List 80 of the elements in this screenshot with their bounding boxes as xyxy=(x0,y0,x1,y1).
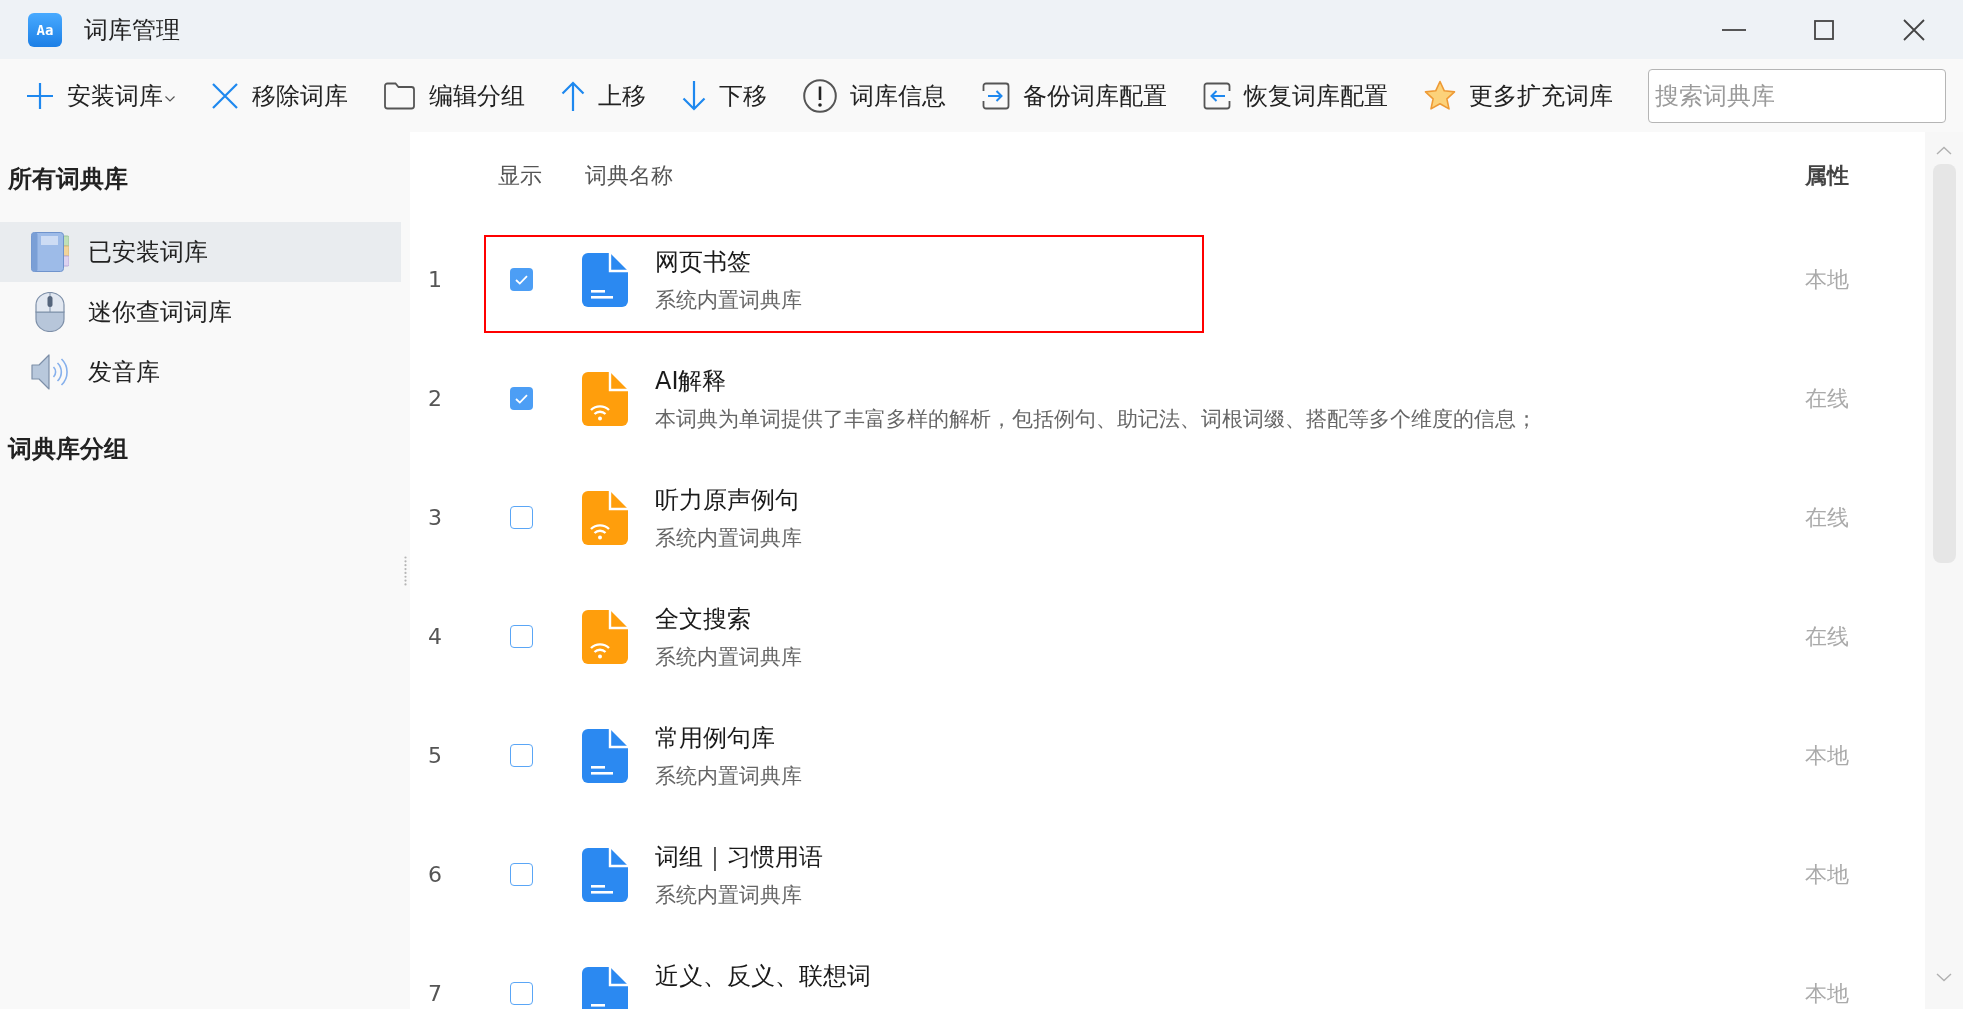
checkbox[interactable] xyxy=(510,863,533,886)
dictionary-name: 全文搜索 xyxy=(655,603,752,635)
attribute-label: 在线 xyxy=(1805,622,1850,651)
box-arrow-right-icon xyxy=(982,81,1010,110)
row-number: 1 xyxy=(428,267,443,292)
mouse-icon xyxy=(35,292,65,332)
dictionary-description: 系统内置词典库 xyxy=(655,286,802,314)
document-wifi-icon xyxy=(582,609,628,664)
arrow-up-icon xyxy=(561,80,585,111)
sidebar-item[interactable]: 已安装词库 xyxy=(0,222,401,282)
dictionary-description: 系统内置词典库 xyxy=(655,643,802,671)
attribute-label: 本地 xyxy=(1805,741,1850,770)
dictionary-name: 近义、反义、联想词 xyxy=(655,960,871,992)
dictionary-description: 系统内置词典库 xyxy=(655,881,803,909)
toolbar-button[interactable]: 备份词库配置 xyxy=(979,75,1170,116)
checkbox[interactable] xyxy=(510,387,533,410)
checkbox[interactable] xyxy=(510,744,533,767)
dictionary-name: 网页书签 xyxy=(655,246,752,278)
chevron-up-icon[interactable] xyxy=(1936,146,1952,155)
cross-icon xyxy=(211,81,239,110)
sidebar-item[interactable]: 迷你查词词库 xyxy=(0,282,401,342)
checkmark-icon xyxy=(515,274,528,285)
toolbar-button[interactable]: 上移 xyxy=(558,75,649,116)
box-arrow-left-icon xyxy=(1203,81,1231,110)
column-header: 属性 xyxy=(1805,162,1850,190)
attribute-label: 在线 xyxy=(1805,503,1850,532)
row-number: 6 xyxy=(428,862,443,887)
document-icon xyxy=(582,252,628,307)
document-wifi-icon xyxy=(582,371,628,426)
dictionary-description: 本词典为单词提供了丰富多样的解析，包括例句、助记法、词根词缀、搭配等多个维度的信息； xyxy=(655,405,1537,433)
toolbar-button[interactable]: 下移 xyxy=(679,75,770,116)
dictionary-name: AI解释 xyxy=(655,365,728,397)
info-icon xyxy=(803,78,837,113)
dictionary-description: 系统内置词典库 xyxy=(655,524,802,552)
dictionary-name: 听力原声例句 xyxy=(655,484,800,516)
close-icon xyxy=(1903,18,1925,41)
star-icon xyxy=(1424,80,1456,111)
toolbar-button[interactable]: 移除词库 xyxy=(208,75,351,116)
folder-icon xyxy=(384,81,416,110)
attribute-label: 在线 xyxy=(1805,384,1850,413)
section-heading: 所有词典库 xyxy=(7,164,129,195)
attribute-label: 本地 xyxy=(1805,265,1850,294)
row-number: 3 xyxy=(428,505,443,530)
toolbar-button[interactable]: 安装词库 xyxy=(23,75,178,116)
dictionary-name: 词组｜习惯用语 xyxy=(655,841,823,873)
checkbox[interactable] xyxy=(510,625,533,648)
row-number: 2 xyxy=(428,386,443,411)
search-field[interactable]: 搜索词典库 xyxy=(1648,68,1946,123)
dictionary-description: 系统内置词典库 xyxy=(655,762,802,790)
minimize-icon xyxy=(1722,28,1746,31)
toolbar-button[interactable]: 编辑分组 xyxy=(381,75,528,116)
checkbox[interactable] xyxy=(510,268,533,291)
arrow-down-icon xyxy=(682,80,706,111)
toolbar-button[interactable]: 恢复词库配置 xyxy=(1200,75,1391,116)
row-number: 7 xyxy=(428,981,443,1006)
document-icon xyxy=(582,847,628,902)
speaker-icon xyxy=(31,353,69,391)
sidebar-item[interactable]: 发音库 xyxy=(0,342,401,402)
maximize-icon xyxy=(1814,19,1834,40)
document-icon xyxy=(582,728,628,783)
book-icon xyxy=(31,232,69,272)
checkmark-icon xyxy=(515,393,528,404)
attribute-label: 本地 xyxy=(1805,979,1850,1008)
toolbar-button[interactable]: 更多扩充词库 xyxy=(1421,75,1616,116)
attribute-label: 本地 xyxy=(1805,860,1850,889)
dictionary-name: 常用例句库 xyxy=(655,722,776,754)
checkbox[interactable] xyxy=(510,982,533,1005)
row-number: 5 xyxy=(428,743,443,768)
window-title: 词库管理 xyxy=(84,14,180,46)
plus-icon xyxy=(26,81,54,110)
app-logo: Aa xyxy=(28,12,62,47)
splitter-grip-icon[interactable] xyxy=(404,555,407,586)
row-number: 4 xyxy=(428,624,443,649)
column-header: 显示 xyxy=(498,162,543,190)
checkbox[interactable] xyxy=(510,506,533,529)
section-heading: 词典库分组 xyxy=(6,434,129,465)
chevron-down-icon[interactable] xyxy=(1936,973,1952,982)
column-header: 词典名称 xyxy=(584,162,674,190)
toolbar-button[interactable]: 词库信息 xyxy=(800,74,949,117)
document-wifi-icon xyxy=(582,490,628,545)
